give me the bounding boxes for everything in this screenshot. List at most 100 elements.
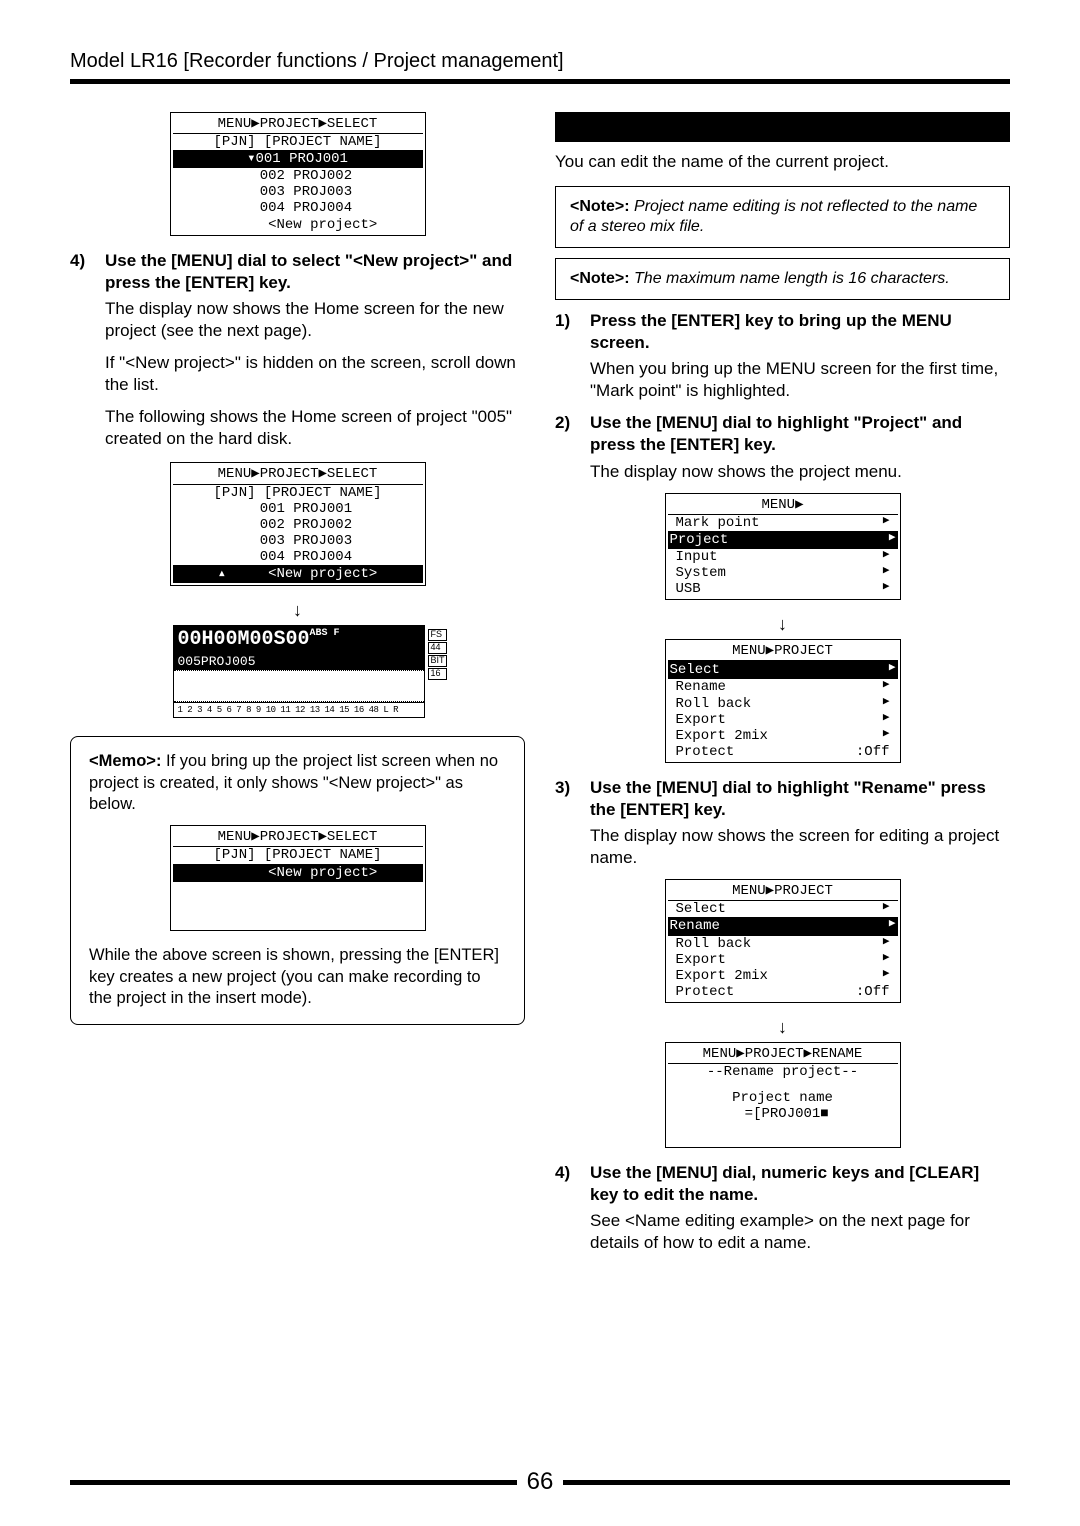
lcd-row: ▾001 PROJ001 — [173, 150, 423, 168]
step-title: Use the [MENU] dial to highlight "Rename… — [590, 778, 986, 819]
note-box-2: <Note>: The maximum name length is 16 ch… — [555, 258, 1010, 300]
step-2: 2) Use the [MENU] dial to highlight "Pro… — [555, 412, 1010, 482]
step-number: 3) — [555, 777, 590, 869]
menu-item: Export 2mix — [676, 968, 768, 984]
step-title: Press the [ENTER] key to bring up the ME… — [590, 311, 952, 352]
menu-item: Export 2mix — [676, 728, 768, 744]
arrow-icon: ▶ — [883, 515, 890, 531]
right-column: You can edit the name of the current pro… — [555, 112, 1010, 1254]
lcd-row — [173, 882, 423, 898]
lcd-menu-3: MENU▶PROJECT Select▶ Rename▶ Roll back▶ … — [665, 879, 901, 1003]
menu-value: ▶ — [883, 712, 890, 728]
footer-rule-right — [563, 1480, 1010, 1485]
page-header: Model LR16 [Recorder functions / Project… — [70, 50, 1010, 73]
step-body: When you bring up the MENU screen for th… — [590, 358, 1010, 402]
step-body: See <Name editing example> on the next p… — [590, 1210, 1010, 1254]
lcd-breadcrumb: MENU▶PROJECT — [668, 642, 898, 661]
lcd-row: 002 PROJ002 — [173, 168, 423, 184]
lcd-row: 004 PROJ004 — [173, 200, 423, 216]
lcd-breadcrumb: MENU▶PROJECT — [668, 882, 898, 901]
lcd-row: 004 PROJ004 — [173, 549, 423, 565]
lcd-row: <New project> — [173, 217, 423, 233]
memo-label: <Memo>: — [89, 752, 161, 770]
step-number: 4) — [70, 250, 105, 342]
lcd-menu-2: MENU▶PROJECT Select▶ Rename▶ Roll back▶ … — [665, 639, 901, 763]
lcd-breadcrumb: MENU▶PROJECT▶SELECT — [173, 465, 423, 484]
side-label: 44 — [428, 642, 446, 654]
menu-item: Roll back — [676, 936, 752, 952]
arrow-icon: ▶ — [883, 549, 890, 565]
lcd-breadcrumb: MENU▶PROJECT▶RENAME — [668, 1045, 898, 1064]
menu-item: Mark point — [676, 515, 760, 531]
step-number: 4) — [555, 1162, 590, 1254]
menu-value: ▶ — [883, 936, 890, 952]
home-track-numbers: 1 2 3 4 5 6 7 8 9 10 11 12 13 14 15 16 4… — [174, 702, 424, 717]
menu-value: ▶ — [883, 696, 890, 712]
menu-item: Select — [670, 662, 720, 678]
arrow-icon: ▶ — [883, 565, 890, 581]
menu-item: System — [676, 565, 726, 581]
step-title: Use the [MENU] dial to select "<New proj… — [105, 251, 512, 292]
memo-box: <Memo>: If you bring up the project list… — [70, 736, 525, 1025]
lcd-breadcrumb: MENU▶ — [668, 496, 898, 515]
step-4: 4) Use the [MENU] dial to select "<New p… — [70, 250, 525, 342]
footer-rule-left — [70, 1480, 517, 1485]
lcd-row: <New project> — [173, 864, 423, 882]
step-body: The display now shows the Home screen fo… — [105, 298, 525, 342]
lcd-breadcrumb: MENU▶PROJECT▶SELECT — [173, 828, 423, 847]
note-label: <Note>: — [570, 270, 630, 287]
lcd-cols: [PJN] [PROJECT NAME] — [173, 847, 423, 863]
menu-value: :Off — [856, 984, 890, 1000]
lcd-rename: MENU▶PROJECT▶RENAME --Rename project-- P… — [665, 1042, 901, 1148]
lcd-cols: [PJN] [PROJECT NAME] — [173, 134, 423, 150]
paragraph: The following shows the Home screen of p… — [105, 406, 525, 450]
lcd-row: 002 PROJ002 — [173, 517, 423, 533]
note-text: Project name editing is not reflected to… — [570, 198, 977, 235]
home-side-labels: FS 44 BIT 16 — [428, 629, 446, 681]
lcd-cols: [PJN] [PROJECT NAME] — [173, 485, 423, 501]
rename-label: Project name — [668, 1090, 898, 1106]
menu-item: USB — [676, 581, 701, 597]
step-number: 2) — [555, 412, 590, 482]
note-text: The maximum name length is 16 characters… — [630, 270, 950, 287]
lcd-row: 001 PROJ001 — [173, 501, 423, 517]
left-column: MENU▶PROJECT▶SELECT [PJN] [PROJECT NAME]… — [70, 112, 525, 1254]
menu-value: ▶ — [883, 728, 890, 744]
home-time: 00H00M00S00 — [178, 628, 310, 651]
page-number: 66 — [527, 1468, 554, 1496]
menu-value: ▶ — [883, 679, 890, 695]
menu-value: ▶ — [883, 952, 890, 968]
side-label: 16 — [428, 668, 446, 680]
menu-item: Project — [670, 532, 729, 548]
menu-item: Protect — [676, 984, 735, 1000]
rename-title: --Rename project-- — [668, 1064, 898, 1080]
menu-value: ▶ — [889, 918, 896, 934]
home-meter-area — [174, 670, 424, 702]
section-title-bar — [555, 112, 1010, 142]
lcd-select-1: MENU▶PROJECT▶SELECT [PJN] [PROJECT NAME]… — [170, 112, 426, 236]
lcd-breadcrumb: MENU▶PROJECT▶SELECT — [173, 115, 423, 134]
home-abs: ABS F — [310, 628, 340, 639]
memo-text-2: While the above screen is shown, pressin… — [89, 945, 506, 1009]
arrow-icon: ▶ — [889, 532, 896, 548]
intro-text: You can edit the name of the current pro… — [555, 152, 1010, 172]
menu-value: :Off — [856, 744, 890, 760]
home-project-name: 005PROJ005 — [174, 653, 424, 670]
step-body: The display now shows the project menu. — [590, 461, 1010, 483]
step-1: 1) Press the [ENTER] key to bring up the… — [555, 310, 1010, 402]
lcd-row — [173, 914, 423, 930]
lcd-home: 00H00M00S00ABS F 005PROJ005 1 2 3 4 5 6 … — [173, 625, 425, 718]
menu-item: Select — [676, 901, 726, 917]
step-4-right: 4) Use the [MENU] dial, numeric keys and… — [555, 1162, 1010, 1254]
lcd-memo: MENU▶PROJECT▶SELECT [PJN] [PROJECT NAME]… — [170, 825, 426, 931]
menu-item: Export — [676, 952, 726, 968]
menu-item: Rename — [670, 918, 720, 934]
lcd-row: 003 PROJ003 — [173, 533, 423, 549]
lcd-select-2: MENU▶PROJECT▶SELECT [PJN] [PROJECT NAME]… — [170, 462, 426, 586]
note-box-1: <Note>: Project name editing is not refl… — [555, 186, 1010, 248]
menu-value: ▶ — [889, 662, 896, 678]
menu-item: Export — [676, 712, 726, 728]
step-number: 1) — [555, 310, 590, 402]
lcd-row — [173, 898, 423, 914]
side-label: FS — [428, 629, 446, 641]
